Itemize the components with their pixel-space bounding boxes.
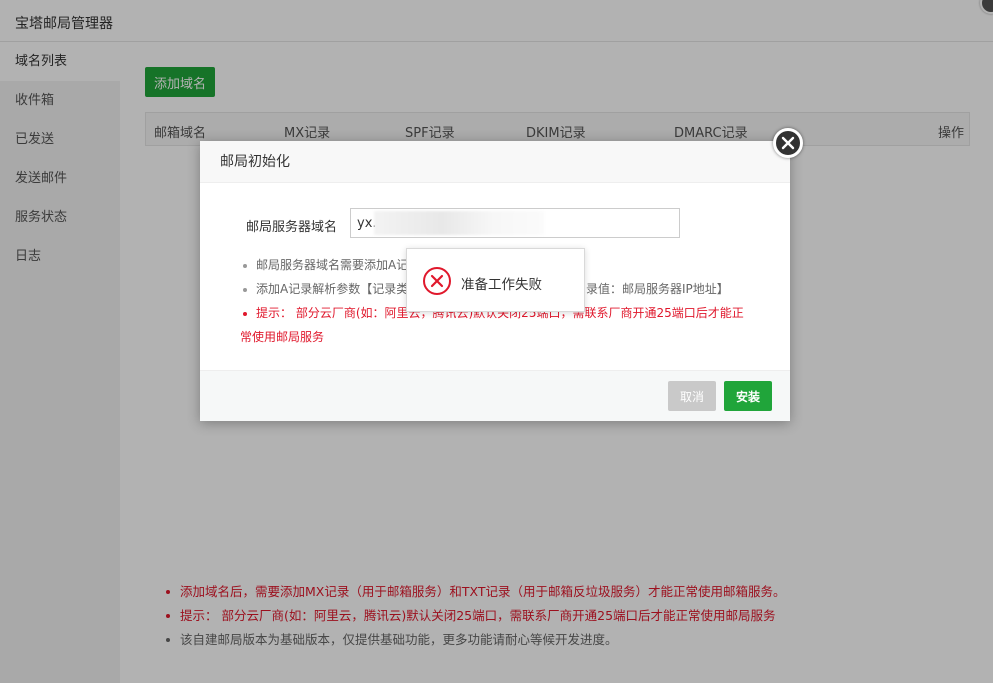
error-toast: 准备工作失败 [406,248,585,312]
note-port-tip-cont: 常使用邮局服务 [240,330,325,344]
error-circle-icon [422,266,452,299]
toast-message: 准备工作失败 [461,277,542,293]
note-a-record-params: 添加A记录解析参数【记录类 [256,282,409,296]
cancel-button[interactable]: 取消 [668,381,716,411]
server-domain-label: 邮局服务器域名 [246,220,338,235]
app-window: 宝塔邮局管理器 域名列表 收件箱 已发送 发送邮件 服务状态 日志 添加域名 邮… [0,0,993,683]
redacted-region [374,211,544,235]
dialog-close-icon[interactable] [773,128,803,158]
note-a-record: 邮局服务器域名需要添加A记 [256,258,409,272]
dialog-title: 邮局初始化 [200,141,790,183]
note-a-record-value: 录值：邮局服务器IP地址】 [586,282,729,296]
dialog-footer: 取消 安装 [200,370,790,421]
install-button[interactable]: 安装 [724,381,772,411]
